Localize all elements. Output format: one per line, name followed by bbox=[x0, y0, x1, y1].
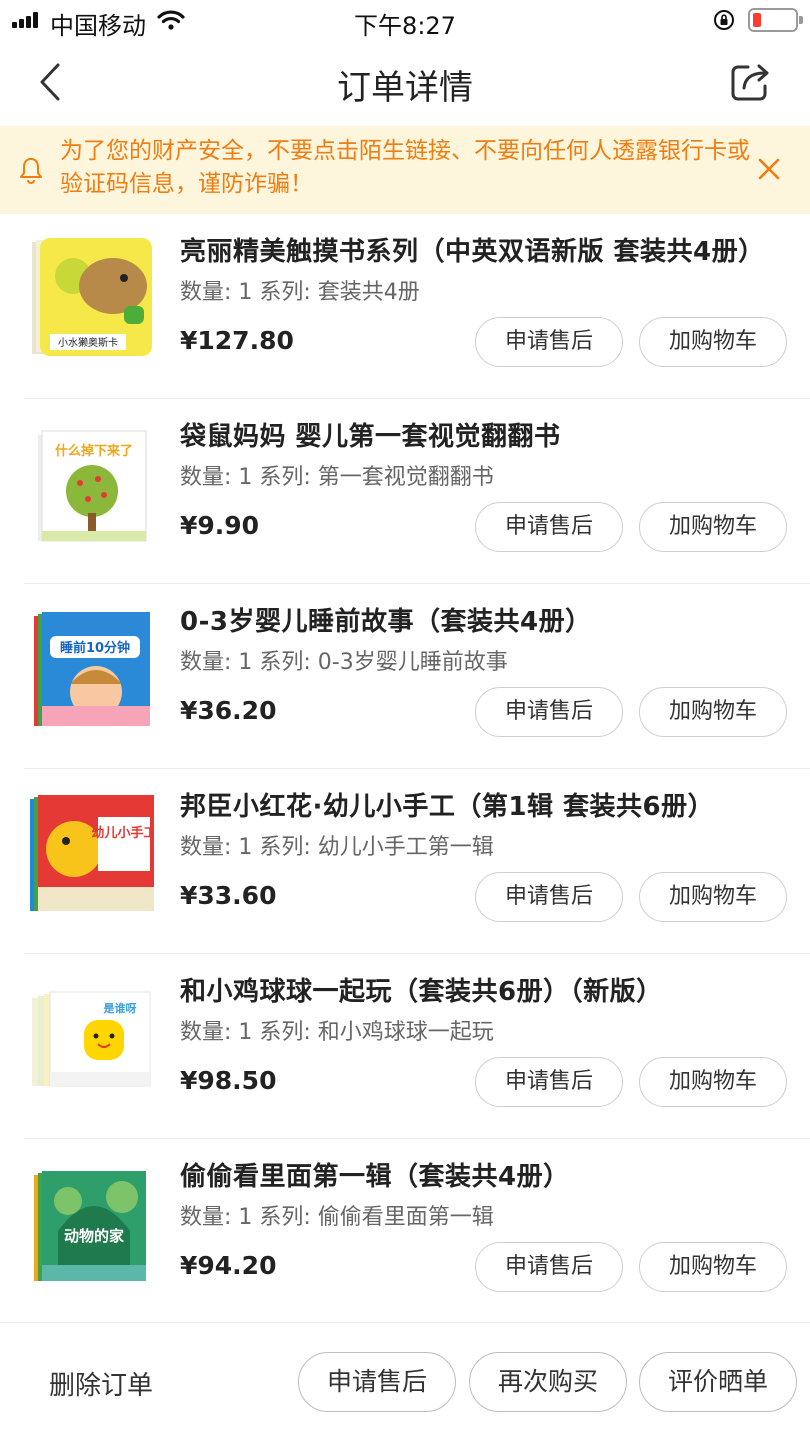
add-to-cart-button[interactable]: 加购物车 bbox=[639, 1057, 787, 1107]
list-item[interactable]: 小水獭奥斯卡 亮丽精美触摸书系列（中英双语新版 套装共4册） 数量: 1 系列:… bbox=[0, 214, 810, 399]
page-title: 订单详情 bbox=[337, 68, 473, 108]
banner-message: 为了您的财产安全，不要点击陌生链接、不要向任何人透露银行卡或验证码信息，谨防诈骗… bbox=[60, 138, 750, 197]
product-thumbnail[interactable]: 动物的家 bbox=[28, 1161, 154, 1289]
product-title[interactable]: 和小鸡球球一起玩（套装共6册）（新版） bbox=[180, 971, 780, 1008]
after-sale-button[interactable]: 申请售后 bbox=[475, 502, 623, 552]
product-meta: 数量: 1 系列: 幼儿小手工第一辑 bbox=[180, 835, 494, 860]
product-title[interactable]: 亮丽精美触摸书系列（中英双语新版 套装共4册） bbox=[180, 231, 780, 268]
add-to-cart-button[interactable]: 加购物车 bbox=[639, 317, 787, 367]
product-title[interactable]: 0-3岁婴儿睡前故事（套装共4册） bbox=[180, 601, 780, 638]
rebuy-button[interactable]: 再次购买 bbox=[469, 1352, 627, 1412]
svg-text:什么掉下来了: 什么掉下来了 bbox=[55, 443, 133, 459]
after-sale-button[interactable]: 申请售后 bbox=[475, 1057, 623, 1107]
product-price: ¥33.60 bbox=[180, 881, 277, 910]
product-thumbnail[interactable]: 睡前10分钟 bbox=[28, 606, 154, 734]
after-sale-button[interactable]: 申请售后 bbox=[475, 687, 623, 737]
bell-icon bbox=[20, 158, 42, 184]
list-item[interactable]: 睡前10分钟 0-3岁婴儿睡前故事（套装共4册） 数量: 1 系列: 0-3岁婴… bbox=[0, 584, 810, 769]
product-meta: 数量: 1 系列: 偷偷看里面第一辑 bbox=[180, 1205, 494, 1230]
list-item[interactable]: 是谁呀 和小鸡球球一起玩（套装共6册）（新版） 数量: 1 系列: 和小鸡球球一… bbox=[0, 954, 810, 1139]
add-to-cart-button[interactable]: 加购物车 bbox=[639, 687, 787, 737]
product-price: ¥9.90 bbox=[180, 511, 260, 540]
svg-text:是谁呀: 是谁呀 bbox=[103, 1001, 137, 1015]
product-meta: 数量: 1 系列: 套装共4册 bbox=[180, 280, 420, 305]
nav-bar: 订单详情 bbox=[0, 40, 810, 126]
after-sale-button[interactable]: 申请售后 bbox=[475, 872, 623, 922]
product-thumbnail[interactable]: 是谁呀 bbox=[28, 976, 154, 1104]
svg-text:动物的家: 动物的家 bbox=[64, 1227, 124, 1245]
security-banner: 为了您的财产安全，不要点击陌生链接、不要向任何人透露银行卡或验证码信息，谨防诈骗… bbox=[0, 126, 810, 214]
review-button[interactable]: 评价晒单 bbox=[639, 1352, 797, 1412]
list-item[interactable]: 幼儿小手工 邦臣小红花·幼儿小手工（第1辑 套装共6册） 数量: 1 系列: 幼… bbox=[0, 769, 810, 954]
svg-text:小水獭奥斯卡: 小水獭奥斯卡 bbox=[58, 336, 118, 349]
status-bar: 中国移动 下午8:27 bbox=[0, 0, 810, 40]
share-icon[interactable] bbox=[728, 58, 774, 104]
add-to-cart-button[interactable]: 加购物车 bbox=[639, 1242, 787, 1292]
product-price: ¥127.80 bbox=[180, 326, 294, 355]
product-meta: 数量: 1 系列: 第一套视觉翻翻书 bbox=[180, 465, 494, 490]
after-sale-button[interactable]: 申请售后 bbox=[475, 1242, 623, 1292]
after-sale-button[interactable]: 申请售后 bbox=[475, 317, 623, 367]
bottom-action-bar: 删除订单 申请售后 再次购买 评价晒单 bbox=[0, 1322, 810, 1440]
clock: 下午8:27 bbox=[354, 12, 456, 40]
product-price: ¥98.50 bbox=[180, 1066, 277, 1095]
order-after-sale-button[interactable]: 申请售后 bbox=[298, 1352, 456, 1412]
add-to-cart-button[interactable]: 加购物车 bbox=[639, 872, 787, 922]
list-item[interactable]: 什么掉下来了 袋鼠妈妈 婴儿第一套视觉翻翻书 数量: 1 系列: 第一套视觉翻翻… bbox=[0, 399, 810, 584]
product-title[interactable]: 袋鼠妈妈 婴儿第一套视觉翻翻书 bbox=[180, 416, 780, 453]
battery-icon bbox=[748, 8, 803, 32]
product-title[interactable]: 邦臣小红花·幼儿小手工（第1辑 套装共6册） bbox=[180, 786, 780, 823]
product-price: ¥94.20 bbox=[180, 1251, 277, 1280]
delete-order-button[interactable]: 删除订单 bbox=[49, 1365, 153, 1402]
list-item[interactable]: 动物的家 偷偷看里面第一辑（套装共4册） 数量: 1 系列: 偷偷看里面第一辑 … bbox=[0, 1139, 810, 1324]
product-thumbnail[interactable]: 小水獭奥斯卡 bbox=[28, 236, 154, 364]
product-price: ¥36.20 bbox=[180, 696, 277, 725]
product-title[interactable]: 偷偷看里面第一辑（套装共4册） bbox=[180, 1156, 780, 1193]
product-thumbnail[interactable]: 幼儿小手工 bbox=[28, 791, 154, 919]
product-thumbnail[interactable]: 什么掉下来了 bbox=[28, 421, 154, 549]
product-meta: 数量: 1 系列: 和小鸡球球一起玩 bbox=[180, 1020, 494, 1045]
add-to-cart-button[interactable]: 加购物车 bbox=[639, 502, 787, 552]
close-icon[interactable] bbox=[757, 157, 781, 181]
product-meta: 数量: 1 系列: 0-3岁婴儿睡前故事 bbox=[180, 650, 508, 675]
rotation-lock-icon bbox=[714, 10, 734, 30]
svg-text:幼儿小手工: 幼儿小手工 bbox=[91, 825, 154, 841]
svg-text:睡前10分钟: 睡前10分钟 bbox=[60, 640, 130, 656]
